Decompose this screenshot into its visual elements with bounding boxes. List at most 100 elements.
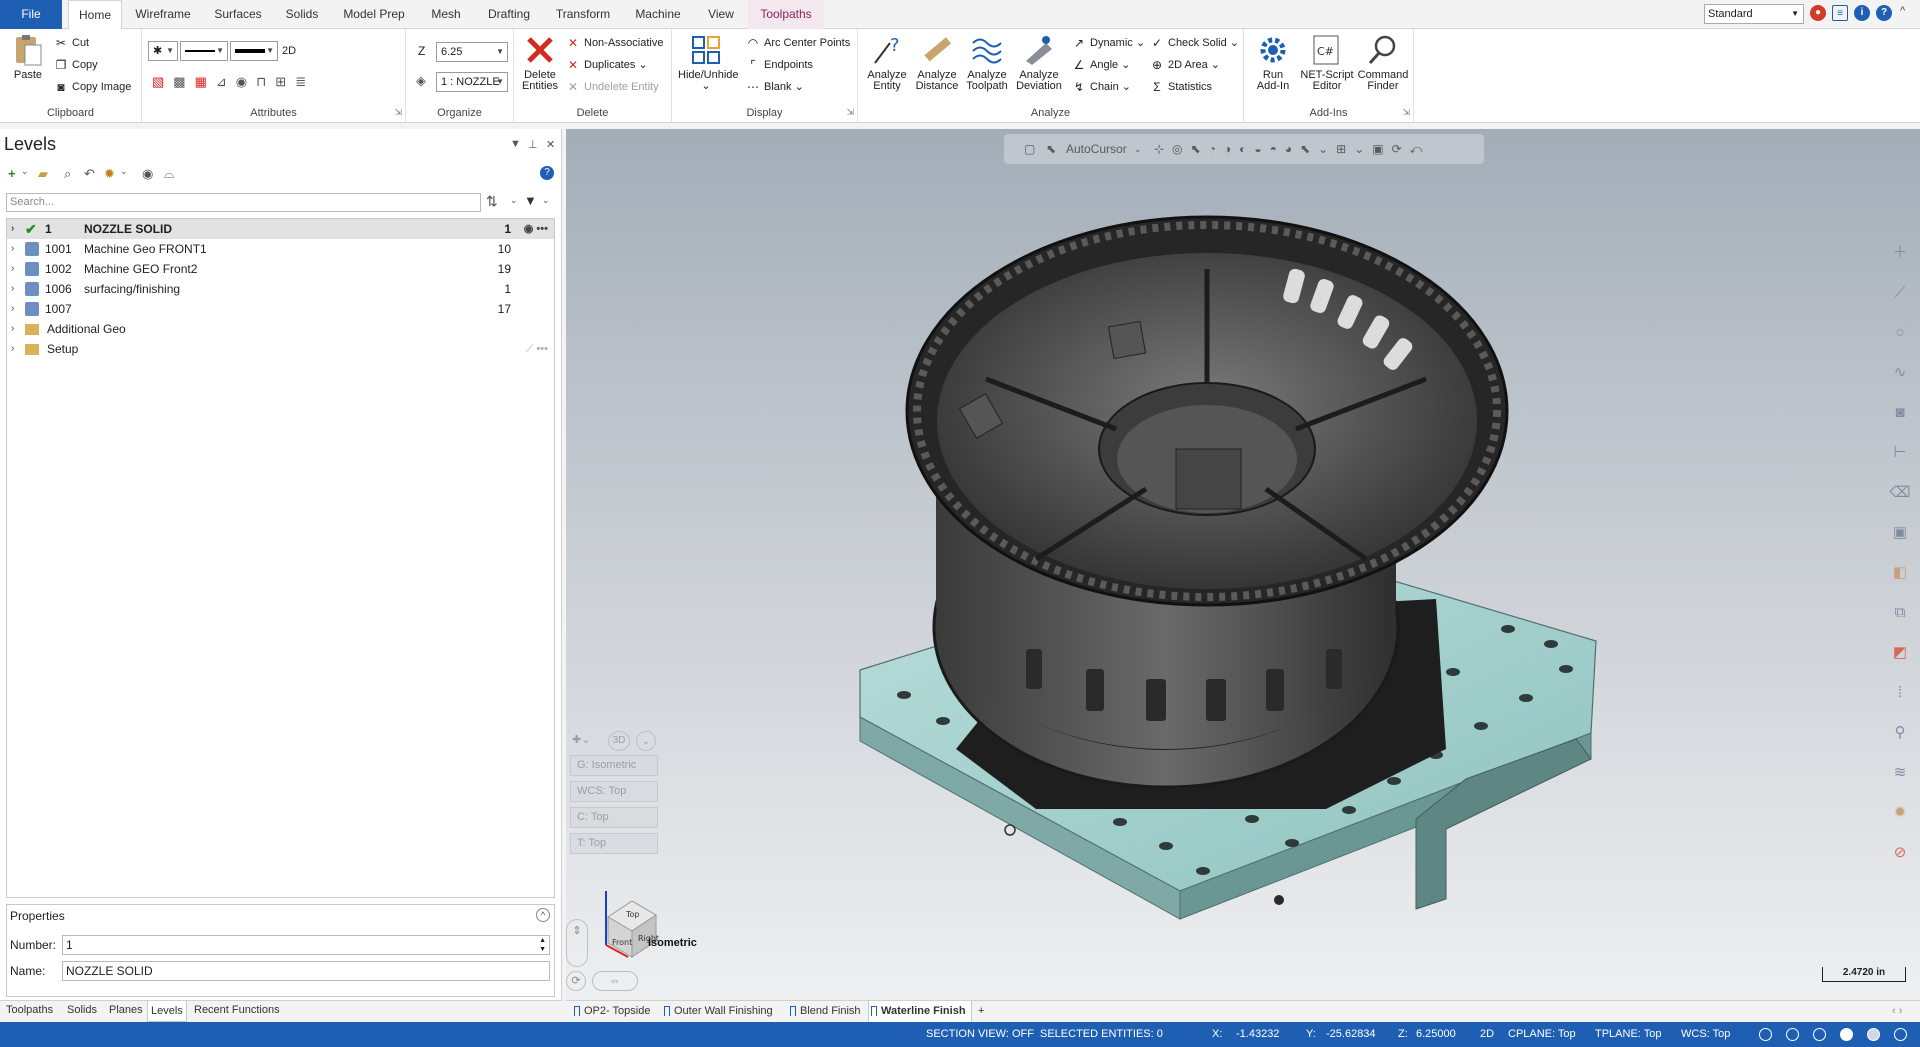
info-icon[interactable]: i: [1854, 5, 1870, 21]
undelete-entity-button[interactable]: ✕ Undelete Entity: [566, 77, 659, 97]
analyze-entity-button[interactable]: ? Analyze Entity: [864, 33, 910, 92]
dimension-icon[interactable]: ⊢: [1886, 439, 1914, 467]
tplane-select[interactable]: T: Top: [570, 833, 658, 854]
mode-2d-status[interactable]: 2D: [1480, 1022, 1494, 1047]
z-depth-input[interactable]: 6.25 ▼: [436, 42, 508, 62]
tab-levels-manager[interactable]: Levels: [147, 1001, 187, 1022]
message-icon[interactable]: ≡: [1832, 5, 1848, 21]
add-icon[interactable]: ＋: [1886, 239, 1914, 267]
circle-tool-icon[interactable]: ○: [1886, 319, 1914, 347]
globe-icon[interactable]: [1786, 1028, 1799, 1041]
attributes-launcher-icon[interactable]: ⇲: [394, 107, 402, 118]
eye-closed-icon[interactable]: ⌓: [164, 166, 174, 182]
view-cube[interactable]: Top Front Right: [598, 887, 668, 963]
chevron-down-icon[interactable]: ⌄: [120, 166, 128, 177]
screenshot-icon[interactable]: ▣: [1886, 519, 1914, 547]
tab-solids-manager[interactable]: Solids: [67, 1004, 97, 1016]
eye-icon[interactable]: ◉: [142, 166, 153, 182]
level-row[interactable]: › 1006 surfacing/finishing 1: [7, 279, 554, 299]
cplane-status[interactable]: CPLANE: Top: [1508, 1022, 1576, 1047]
no-icon[interactable]: ⊘: [1886, 839, 1914, 867]
view-cube-top[interactable]: Top: [625, 910, 640, 919]
expand-arrow-icon[interactable]: ›: [11, 339, 14, 359]
tilt-control[interactable]: ⇕: [566, 919, 588, 967]
name-field[interactable]: NOZZLE SOLID: [62, 961, 550, 981]
display-launcher-icon[interactable]: ⇲: [846, 107, 854, 118]
help-icon[interactable]: ?: [540, 166, 554, 180]
expand-arrow-icon[interactable]: ›: [11, 319, 14, 339]
add-level-icon[interactable]: +: [8, 166, 16, 181]
viewsheet-tab[interactable]: Blend Finish: [788, 1001, 861, 1022]
globe-icon[interactable]: [1759, 1028, 1772, 1041]
graphics-viewport[interactable]: ▢ ⬉ AutoCursor ⌄ ⊹◎⬉◔◑◐◒◓◕⬉⌄⊞⌄▣⟳⤺ ＋ ⟋ ○ …: [566, 129, 1920, 1000]
layers-icon[interactable]: ≋: [1886, 759, 1914, 787]
expand-arrow-icon[interactable]: ›: [11, 279, 14, 299]
x-coord-value[interactable]: -1.43232: [1236, 1022, 1279, 1047]
copy-image-button[interactable]: ◙ Copy Image: [54, 77, 131, 97]
visibility-eye-icon[interactable]: ◉ •••: [524, 219, 548, 239]
statistics-button[interactable]: Σ Statistics: [1150, 77, 1212, 97]
add-viewsheet-button[interactable]: +: [978, 1001, 984, 1022]
line-tool-icon[interactable]: ⟋: [1886, 279, 1914, 307]
analyze-toolpath-button[interactable]: Analyze Toolpath: [964, 33, 1010, 92]
blank-button[interactable]: ⋯ Blank ⌄: [746, 77, 804, 97]
add-view-icon[interactable]: ✚⌄: [572, 733, 590, 746]
tab-file[interactable]: File: [0, 0, 62, 29]
wireframe-icon[interactable]: [1867, 1028, 1880, 1041]
mode-3d-toggle[interactable]: 3D: [608, 731, 630, 751]
transform-icon[interactable]: ⧉: [1886, 599, 1914, 627]
levels-search-input[interactable]: Search...: [6, 193, 481, 212]
camera-icon[interactable]: ◙: [1886, 399, 1914, 427]
level-row[interactable]: › 1002 Machine GEO Front2 19: [7, 259, 554, 279]
tab-transform[interactable]: Transform: [550, 0, 616, 29]
tab-toolpaths[interactable]: Toolpaths: [748, 0, 824, 29]
tab-model-prep[interactable]: Model Prep: [338, 0, 410, 29]
analyze-distance-button[interactable]: Analyze Distance: [914, 33, 960, 92]
spline-tool-icon[interactable]: ∿: [1886, 359, 1914, 387]
record-icon[interactable]: ●: [1810, 5, 1826, 21]
gview-select[interactable]: G: Isometric: [570, 755, 658, 776]
level-row[interactable]: › 1007 17: [7, 299, 554, 319]
tab-machine[interactable]: Machine: [630, 0, 686, 29]
expand-arrow-icon[interactable]: ›: [11, 299, 14, 319]
pin-icon[interactable]: ⊥: [528, 138, 538, 151]
addins-launcher-icon[interactable]: ⇲: [1402, 107, 1410, 118]
pin-icon[interactable]: ⚲: [1886, 719, 1914, 747]
find-icon[interactable]: ⌕: [64, 166, 71, 182]
section-view-status[interactable]: SECTION VIEW: OFF: [926, 1022, 1034, 1047]
solid-color-icon[interactable]: ▦: [195, 74, 216, 89]
analyze-deviation-button[interactable]: Analyze Deviation: [1014, 33, 1064, 92]
sort-icon[interactable]: ⇅: [486, 193, 498, 210]
color-icon[interactable]: ◩: [1886, 639, 1914, 667]
delete-entities-button[interactable]: Delete Entities: [520, 33, 560, 92]
tab-wireframe[interactable]: Wireframe: [130, 0, 196, 29]
scroll-tabs-icon[interactable]: ‹ ›: [1892, 1001, 1902, 1022]
expand-arrow-icon[interactable]: ›: [11, 219, 14, 239]
level-row[interactable]: › 1001 Machine Geo FRONT1 10: [7, 239, 554, 259]
level-group-row[interactable]: › Additional Geo: [7, 319, 554, 339]
help-icon[interactable]: ?: [1876, 5, 1892, 21]
line-width-select[interactable]: ▼: [230, 41, 278, 61]
check-solid-button[interactable]: ✓ Check Solid ⌄: [1150, 33, 1239, 53]
tab-recent-functions[interactable]: Recent Functions: [194, 1004, 280, 1016]
tab-planes-manager[interactable]: Planes: [109, 1004, 143, 1016]
cplane-select[interactable]: C: Top: [570, 807, 658, 828]
chevron-down-icon[interactable]: ⌄: [510, 195, 518, 206]
cut-button[interactable]: ✂ Cut: [54, 33, 89, 53]
surface-color-icon[interactable]: ▩: [173, 74, 194, 89]
viewsheet-tab-active[interactable]: Waterline Finish: [868, 1001, 972, 1022]
collapse-ribbon-icon[interactable]: ^: [1900, 5, 1905, 17]
tab-home[interactable]: Home: [68, 0, 122, 30]
collapse-icon[interactable]: ^: [536, 908, 550, 922]
line-style-select[interactable]: ▼: [180, 41, 228, 61]
rotate-icon[interactable]: ⟳: [566, 971, 586, 991]
area-2d-button[interactable]: ⊕ 2D Area ⌄: [1150, 55, 1220, 75]
set-all-icon[interactable]: ⊓: [256, 74, 275, 89]
close-icon[interactable]: ✕: [546, 138, 555, 151]
panel-dropdown-icon[interactable]: ▼: [510, 138, 521, 150]
hide-unhide-button[interactable]: Hide/Unhide ⌄: [678, 33, 739, 92]
arc-center-points-button[interactable]: ◠ Arc Center Points: [746, 33, 850, 53]
filter-icon[interactable]: ▼: [524, 193, 537, 208]
shade-icon[interactable]: ◧: [1886, 559, 1914, 587]
dynamic-button[interactable]: ↗ Dynamic ⌄: [1072, 33, 1145, 53]
